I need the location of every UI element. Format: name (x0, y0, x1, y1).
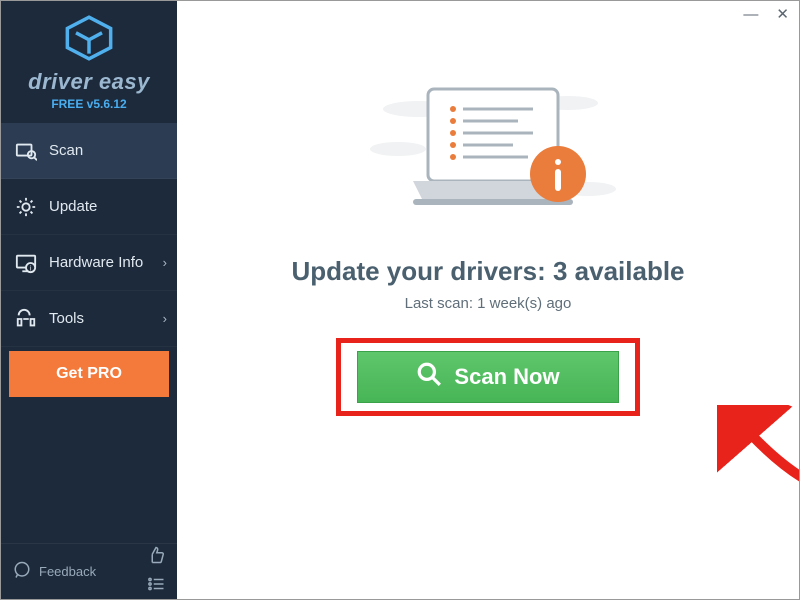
get-pro-button[interactable]: Get PRO (9, 351, 169, 397)
logo-icon (63, 14, 115, 67)
brand-version: FREE v5.6.12 (51, 97, 126, 111)
brand-block: driver easy FREE v5.6.12 (1, 1, 177, 123)
brand-name: driver easy (28, 69, 150, 95)
app-window: — ✕ driver easy FREE v5.6.12 Scan (0, 0, 800, 600)
scan-now-label: Scan Now (454, 364, 559, 390)
sidebar-item-label: Scan (49, 142, 83, 159)
sidebar-item-label: Hardware Info (49, 254, 143, 271)
sidebar-bottom: Feedback (1, 543, 177, 599)
annotation-arrow-icon (717, 405, 800, 495)
sidebar-item-label: Update (49, 198, 97, 215)
monitor-info-icon: i (15, 252, 37, 274)
list-icon[interactable] (147, 575, 165, 598)
feedback-label: Feedback (39, 564, 96, 579)
laptop-illustration (358, 79, 618, 234)
sidebar-spacer (1, 397, 177, 543)
gear-icon (15, 196, 37, 218)
get-pro-label: Get PRO (56, 365, 122, 383)
headline: Update your drivers: 3 available (291, 256, 684, 287)
scan-icon (15, 140, 37, 162)
thumbs-up-icon[interactable] (147, 546, 165, 569)
sidebar: driver easy FREE v5.6.12 Scan Update i (1, 1, 177, 599)
scan-highlight-box: Scan Now (336, 338, 640, 416)
chat-icon (13, 561, 31, 582)
sidebar-item-label: Tools (49, 310, 84, 327)
main-content: Update your drivers: 3 available Last sc… (177, 1, 799, 599)
magnifier-icon (416, 361, 442, 393)
chevron-right-icon: › (163, 311, 167, 326)
sidebar-nav: Scan Update i Hardware Info › Tools (1, 123, 177, 397)
chevron-right-icon: › (163, 255, 167, 270)
tools-icon (15, 308, 37, 330)
feedback-button[interactable]: Feedback (13, 561, 96, 582)
sidebar-item-scan[interactable]: Scan (1, 123, 177, 179)
sidebar-item-update[interactable]: Update (1, 179, 177, 235)
sidebar-mini-icons (147, 546, 165, 598)
last-scan-text: Last scan: 1 week(s) ago (405, 295, 572, 312)
scan-now-button[interactable]: Scan Now (357, 351, 619, 403)
sidebar-item-hardware[interactable]: i Hardware Info › (1, 235, 177, 291)
sidebar-item-tools[interactable]: Tools › (1, 291, 177, 347)
